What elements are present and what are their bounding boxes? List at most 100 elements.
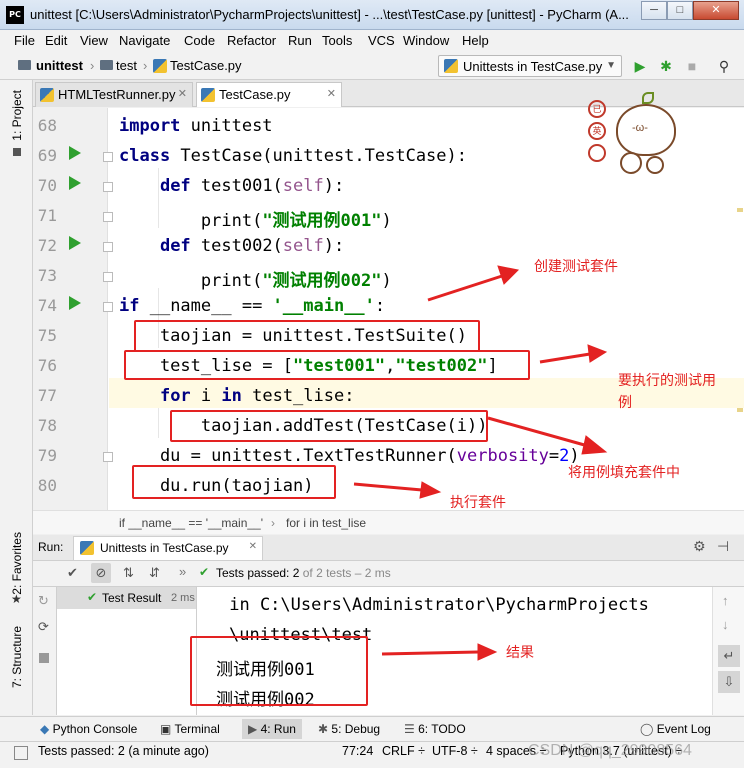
file-encoding[interactable]: UTF-8 ÷ — [432, 744, 478, 758]
scroll-to-end-icon[interactable]: ⇩ — [718, 671, 740, 693]
search-icon[interactable]: ⚲ — [714, 57, 734, 75]
run-configuration-select[interactable]: Unittests in TestCase.py ▼ — [438, 55, 622, 77]
toggle-auto-test-icon[interactable]: ⟳ — [38, 619, 49, 635]
breadcrumb-folder[interactable]: test — [116, 58, 137, 73]
highlight-box-result — [190, 636, 368, 706]
terminal-tab[interactable]: ▣ Terminal — [160, 722, 220, 736]
menu-navigate[interactable]: Navigate — [119, 33, 170, 48]
left-tool-strip: 1: Project 2: Favorites ★ 7: Structure — [0, 80, 33, 715]
highlight-box-addtest — [170, 410, 488, 442]
code-breadcrumb-item[interactable]: for i in test_lise — [286, 516, 366, 530]
debug-bug-icon[interactable]: ✱ — [656, 57, 676, 75]
pycharm-logo-icon: PC — [6, 6, 24, 24]
stop-icon[interactable] — [39, 653, 49, 663]
scroll-up-icon[interactable]: ↑ — [722, 593, 729, 608]
structure-tool-tab[interactable]: 7: Structure — [10, 626, 24, 688]
show-ignored-icon[interactable]: ⊘ — [91, 563, 111, 583]
run-tab[interactable]: ▶ 4: Run — [242, 719, 302, 739]
stop-icon[interactable]: ■ — [682, 57, 702, 75]
tab-label: TestCase.py — [219, 87, 291, 102]
fold-marker-icon[interactable] — [103, 212, 113, 222]
scroll-down-icon[interactable]: ↓ — [722, 617, 729, 632]
sticker-badge: 已 — [588, 100, 606, 118]
fold-marker-icon[interactable] — [103, 182, 113, 192]
tab-htmltestrunner[interactable]: HTMLTestRunner.py ✕ — [35, 82, 193, 107]
run-gutter-icon[interactable] — [69, 176, 81, 190]
menu-edit[interactable]: Edit — [45, 33, 67, 48]
annotation-result: 结果 — [506, 644, 534, 660]
show-passed-icon[interactable]: ✔ — [67, 565, 78, 581]
status-message: Tests passed: 2 (a minute ago) — [38, 744, 209, 758]
fold-marker-icon[interactable] — [103, 272, 113, 282]
fold-marker-icon[interactable] — [103, 152, 113, 162]
toggle-tool-windows-icon[interactable] — [14, 746, 28, 760]
menu-code[interactable]: Code — [184, 33, 215, 48]
menu-run[interactable]: Run — [288, 33, 312, 48]
status-bar: Tests passed: 2 (a minute ago) 77:24 CRL… — [0, 741, 744, 768]
line-number: 78 — [37, 416, 57, 435]
tree-row-test-result[interactable]: ✔ Test Result 2 ms — [57, 587, 196, 609]
python-file-icon — [153, 59, 167, 73]
test-results-tree: ✔ Test Result 2 ms — [57, 587, 197, 715]
fold-marker-icon[interactable] — [103, 302, 113, 312]
tab-testcase[interactable]: TestCase.py ✕ — [196, 82, 342, 107]
python-test-icon — [444, 59, 458, 73]
project-icon — [13, 148, 21, 156]
highlight-box-run — [132, 465, 336, 499]
run-gutter-icon[interactable] — [69, 146, 81, 160]
rerun-failed-icon[interactable]: ↻ — [38, 593, 49, 609]
tree-item-label: Test Result — [102, 591, 162, 605]
check-icon: ✔ — [87, 590, 98, 604]
more-icon[interactable]: » — [179, 564, 186, 579]
hide-panel-icon[interactable]: ⊣ — [717, 538, 729, 555]
sort-duration-icon[interactable]: ⇵ — [149, 565, 160, 581]
watermark: CSDN @qq_29908564 — [528, 742, 692, 759]
line-number: 70 — [37, 176, 57, 195]
python-console-tab[interactable]: ◆ Python Console — [40, 722, 137, 736]
test-results-toolbar: ✔ ⊘ ⇅ ⇵ » ✔ Tests passed: 2 of 2 tests –… — [33, 561, 744, 587]
fold-marker-icon[interactable] — [103, 242, 113, 252]
minimize-button[interactable]: ─ — [641, 1, 667, 20]
fold-marker-icon[interactable] — [103, 452, 113, 462]
title-bar: PC unittest [C:\Users\Administrator\Pych… — [0, 0, 744, 30]
line-number: 68 — [37, 116, 57, 135]
menu-tools[interactable]: Tools — [322, 33, 352, 48]
run-gutter-icon[interactable] — [69, 236, 81, 250]
terminal-icon: ▣ — [160, 722, 175, 736]
favorites-tool-tab[interactable]: 2: Favorites — [10, 532, 24, 595]
annotation-execute: 执行套件 — [450, 494, 506, 510]
close-icon[interactable]: ✕ — [327, 87, 336, 100]
menu-window[interactable]: Window — [403, 33, 449, 48]
line-separator[interactable]: CRLF ÷ — [382, 744, 425, 758]
menu-help[interactable]: Help — [462, 33, 489, 48]
check-icon: ✔ — [199, 565, 210, 579]
event-log-tab[interactable]: ◯ Event Log — [640, 722, 711, 736]
maximize-button[interactable]: □ — [667, 1, 693, 20]
todo-tab[interactable]: ☰ 6: TODO — [404, 722, 466, 736]
soft-wrap-icon[interactable]: ↵ — [718, 645, 740, 667]
close-button[interactable]: ✕ — [693, 1, 739, 20]
menu-refactor[interactable]: Refactor — [227, 33, 276, 48]
breadcrumb-project[interactable]: unittest — [36, 58, 83, 73]
close-icon[interactable]: ✕ — [178, 87, 187, 100]
code-line-71: print("测试用例001") — [200, 211, 392, 231]
python-icon: ◆ — [40, 722, 53, 736]
debug-tab[interactable]: ✱ 5: Debug — [318, 722, 380, 736]
line-number: 73 — [37, 266, 57, 285]
menu-view[interactable]: View — [80, 33, 108, 48]
run-gutter-icon[interactable] — [69, 296, 81, 310]
code-breadcrumb-item[interactable]: if __name__ == '__main__' — [119, 516, 263, 530]
breadcrumb-file[interactable]: TestCase.py — [170, 58, 242, 73]
folder-icon — [100, 60, 113, 70]
scroll-marker — [737, 208, 743, 212]
folder-icon — [18, 60, 31, 70]
close-icon[interactable]: ✕ — [249, 541, 257, 552]
project-tool-tab[interactable]: 1: Project — [10, 90, 24, 141]
menu-vcs[interactable]: VCS — [368, 33, 395, 48]
caret-position[interactable]: 77:24 — [342, 744, 373, 758]
sort-alpha-icon[interactable]: ⇅ — [123, 565, 134, 581]
run-icon[interactable]: ▶ — [630, 57, 650, 75]
menu-file[interactable]: File — [14, 33, 35, 48]
gear-icon[interactable]: ⚙ — [693, 538, 706, 555]
run-tab[interactable]: Unittests in TestCase.py ✕ — [73, 536, 263, 560]
